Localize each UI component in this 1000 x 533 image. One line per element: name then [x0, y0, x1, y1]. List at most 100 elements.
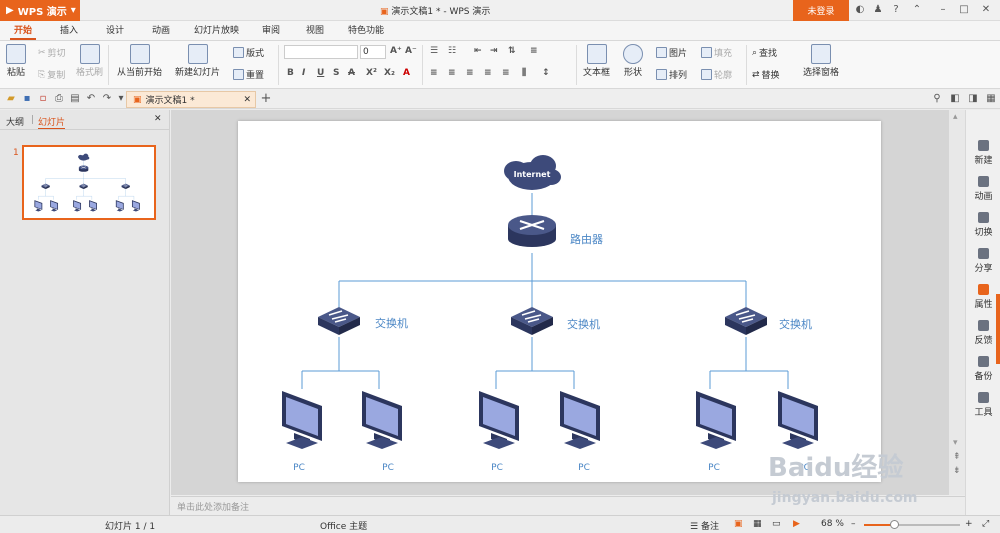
- close-icon[interactable]: ✕: [979, 3, 993, 17]
- app-menu-button[interactable]: ▶ WPS 演示 ▾: [0, 0, 80, 21]
- vertical-scrollbar[interactable]: ▴ ▾ ⇞ ⇟: [949, 110, 965, 495]
- sidebar-new[interactable]: 新建: [966, 140, 1000, 166]
- reset-button[interactable]: 重置: [233, 68, 264, 81]
- tab-review[interactable]: 审阅: [258, 24, 284, 40]
- tab-outline[interactable]: 大纲: [6, 115, 24, 128]
- bookmark-icon[interactable]: ◨: [966, 92, 980, 106]
- scroll-up-icon[interactable]: ▴: [953, 112, 958, 122]
- indent-increase-icon[interactable]: ⇥: [490, 46, 498, 56]
- justify-icon[interactable]: ≡: [484, 68, 492, 78]
- align-center-icon[interactable]: ≡: [448, 68, 456, 78]
- slide-thumbnail[interactable]: [22, 145, 156, 220]
- redo-icon[interactable]: ↷: [100, 92, 114, 106]
- document-tab[interactable]: ▣ 演示文稿1 * ✕: [126, 91, 256, 108]
- font-color-icon[interactable]: A: [403, 68, 410, 78]
- view-icon[interactable]: ◧: [948, 92, 962, 106]
- replace-button[interactable]: ⇄ 替换: [752, 68, 780, 82]
- tab-special[interactable]: 特色功能: [344, 24, 388, 40]
- outline-button[interactable]: 轮廓: [701, 68, 732, 81]
- paste-button[interactable]: 粘贴: [6, 44, 26, 78]
- strikethrough-icon[interactable]: A: [348, 68, 355, 78]
- numbering-icon[interactable]: ☷: [448, 46, 456, 56]
- close-panel-icon[interactable]: ✕: [154, 114, 162, 124]
- bold-icon[interactable]: B: [287, 68, 294, 78]
- zoom-slider-thumb[interactable]: [890, 520, 899, 529]
- skin-icon[interactable]: ◐: [853, 3, 867, 17]
- from-current-button[interactable]: 从当前开始: [117, 44, 162, 78]
- pin-icon[interactable]: ⚲: [930, 92, 944, 106]
- indent-decrease-icon[interactable]: ⇤: [474, 46, 482, 56]
- reading-view-icon[interactable]: ▭: [772, 519, 781, 529]
- next-slide-icon[interactable]: ⇟: [953, 466, 961, 476]
- columns-icon[interactable]: ⫼: [522, 68, 526, 78]
- fit-window-icon[interactable]: ⤢: [982, 519, 989, 529]
- sidebar-transition[interactable]: 切换: [966, 212, 1000, 238]
- sidebar-share[interactable]: 分享: [966, 248, 1000, 274]
- cut-button[interactable]: ✂ 剪切: [38, 46, 66, 60]
- subscript-icon[interactable]: X₂: [384, 68, 395, 78]
- maximize-icon[interactable]: □: [957, 3, 971, 17]
- layout-button[interactable]: 版式: [233, 46, 264, 59]
- layout-icon[interactable]: ▦: [984, 92, 998, 106]
- shrink-font-icon[interactable]: A⁻: [405, 46, 417, 56]
- bullets-icon[interactable]: ☰: [430, 46, 438, 56]
- tab-insert[interactable]: 插入: [56, 24, 82, 40]
- picture-button[interactable]: 图片: [656, 46, 687, 59]
- preview-icon[interactable]: ▤: [68, 92, 82, 106]
- find-button[interactable]: ⌕ 查找: [752, 46, 777, 60]
- grow-font-icon[interactable]: A⁺: [390, 46, 402, 56]
- panel-toggle-handle[interactable]: [996, 294, 1000, 364]
- underline-icon[interactable]: U: [317, 68, 324, 78]
- tab-slides[interactable]: 幻灯片: [38, 115, 66, 129]
- help-icon[interactable]: ?: [889, 3, 903, 17]
- open-folder-icon[interactable]: ▰: [4, 92, 18, 106]
- format-painter-button[interactable]: 格式刷: [76, 44, 103, 78]
- superscript-icon[interactable]: X²: [366, 68, 377, 78]
- font-name-select[interactable]: [284, 45, 358, 59]
- sidebar-animation[interactable]: 动画: [966, 176, 1000, 202]
- slide-canvas[interactable]: Internet 路由器 交换机 交换机 交换机 PC PC PC PC PC …: [238, 121, 881, 482]
- line-spacing-icon[interactable]: ↕: [542, 68, 550, 78]
- italic-icon[interactable]: I: [302, 68, 305, 78]
- zoom-slider[interactable]: [864, 520, 960, 529]
- textbox-button[interactable]: 文本框: [583, 44, 610, 78]
- tab-view[interactable]: 视图: [302, 24, 328, 40]
- sidebar-backup[interactable]: 备份: [966, 356, 1000, 382]
- sorter-view-icon[interactable]: ▦: [753, 519, 762, 529]
- play-icon[interactable]: ▶: [793, 519, 800, 529]
- select-pane-button[interactable]: 选择窗格: [803, 44, 839, 78]
- tab-design[interactable]: 设计: [102, 24, 128, 40]
- tab-animation[interactable]: 动画: [148, 24, 174, 40]
- text-direction-icon[interactable]: ⇅: [508, 46, 516, 56]
- shirt-icon[interactable]: ♟: [871, 3, 885, 17]
- pdf-icon[interactable]: ▫: [36, 92, 50, 106]
- sidebar-tools[interactable]: 工具: [966, 392, 1000, 418]
- notes-toggle[interactable]: ☰ 备注: [690, 519, 719, 532]
- collapse-ribbon-icon[interactable]: ⌃: [910, 3, 924, 17]
- tab-slideshow[interactable]: 幻灯片放映: [190, 24, 243, 40]
- align-right-icon[interactable]: ≡: [466, 68, 474, 78]
- sidebar-properties[interactable]: 属性: [966, 284, 1000, 310]
- zoom-in-icon[interactable]: +: [965, 519, 973, 529]
- new-tab-icon[interactable]: +: [259, 92, 273, 106]
- shadow-icon[interactable]: S: [333, 68, 339, 78]
- fill-button[interactable]: 填充: [701, 46, 732, 59]
- normal-view-icon[interactable]: ▣: [734, 519, 743, 529]
- copy-button[interactable]: ⎘ 复制: [38, 68, 65, 82]
- arrange-button[interactable]: 排列: [656, 68, 687, 81]
- shape-button[interactable]: 形状: [623, 44, 643, 78]
- scroll-down-icon[interactable]: ▾: [953, 438, 958, 448]
- tab-home[interactable]: 开始: [10, 24, 37, 40]
- align-text-icon[interactable]: ≡: [530, 46, 538, 56]
- undo-icon[interactable]: ↶: [84, 92, 98, 106]
- close-tab-icon[interactable]: ✕: [243, 95, 251, 105]
- align-left-icon[interactable]: ≡: [430, 68, 438, 78]
- login-button[interactable]: 未登录: [793, 0, 849, 21]
- save-icon[interactable]: ▪: [20, 92, 34, 106]
- prev-slide-icon[interactable]: ⇞: [953, 452, 961, 462]
- distribute-icon[interactable]: ≡: [502, 68, 510, 78]
- new-slide-button[interactable]: 新建幻灯片: [175, 44, 220, 78]
- sidebar-feedback[interactable]: 反馈: [966, 320, 1000, 346]
- print-icon[interactable]: ⎙: [52, 92, 66, 106]
- font-size-select[interactable]: 0: [360, 45, 386, 59]
